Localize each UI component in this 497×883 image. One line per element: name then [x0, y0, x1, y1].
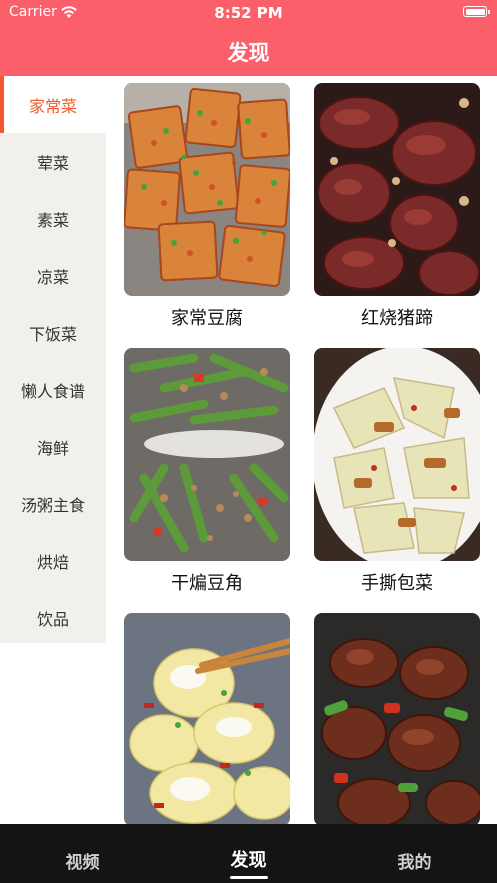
recipe-image [314, 83, 480, 296]
recipe-card[interactable]: 手撕包菜 [314, 348, 480, 595]
sidebar-item-cold-dishes[interactable]: 凉菜 [0, 247, 106, 304]
recipe-image [314, 348, 480, 561]
recipe-image [124, 613, 290, 824]
active-indicator [0, 76, 4, 133]
recipe-card[interactable] [314, 613, 480, 824]
sidebar-item-label: 家常菜 [28, 96, 77, 116]
sidebar-item-label: 海鲜 [36, 438, 69, 458]
tab-bar: 视频 发现 我的 [0, 824, 497, 883]
recipe-title: 干煸豆角 [171, 573, 243, 594]
tab-label: 我的 [397, 853, 432, 873]
clock: 8:52 PM [214, 4, 283, 22]
battery-icon [463, 6, 490, 17]
sidebar-item-label: 饮品 [36, 609, 69, 629]
tab-label: 发现 [230, 850, 267, 871]
recipe-title: 家常豆腐 [171, 308, 243, 329]
sidebar-item-label: 下饭菜 [28, 324, 77, 344]
sidebar-item-vegetarian[interactable]: 素菜 [0, 190, 106, 247]
sidebar-item-seafood[interactable]: 海鲜 [0, 418, 106, 475]
sidebar-item-baking[interactable]: 烘焙 [0, 532, 106, 589]
recipe-title: 红烧猪蹄 [361, 308, 433, 329]
recipe-card[interactable] [124, 613, 290, 824]
navigation-bar: 发现 [0, 26, 497, 76]
sidebar-item-label: 懒人食谱 [20, 381, 85, 401]
recipe-card[interactable]: 干煸豆角 [124, 348, 290, 595]
recipe-image [314, 613, 480, 824]
page-title: 发现 [227, 41, 270, 65]
tab-videos[interactable]: 视频 [0, 824, 165, 883]
sidebar-item-label: 凉菜 [36, 267, 69, 287]
sidebar-item-label: 烘焙 [36, 552, 69, 572]
sidebar-item-label: 汤粥主食 [20, 495, 85, 515]
sidebar-item-rice-dishes[interactable]: 下饭菜 [0, 304, 106, 361]
sidebar-item-label: 荤菜 [36, 153, 69, 173]
recipe-card[interactable]: 家常豆腐 [124, 83, 290, 330]
recipe-grid: 家常豆腐 红烧猪蹄 干煸豆角 手撕包菜 [106, 76, 497, 824]
category-sidebar: 家常菜 荤菜 素菜 凉菜 下饭菜 懒人食谱 海鲜 汤粥主食 烘焙 饮品 [0, 76, 106, 824]
sidebar-item-meat[interactable]: 荤菜 [0, 133, 106, 190]
tab-discover[interactable]: 发现 [166, 824, 331, 883]
sidebar-item-soup-staples[interactable]: 汤粥主食 [0, 475, 106, 532]
tab-label: 视频 [65, 853, 100, 873]
recipe-image [124, 348, 290, 561]
sidebar-item-home-cooking[interactable]: 家常菜 [0, 76, 106, 133]
active-tab-indicator [230, 876, 268, 879]
status-bar: Carrier 8:52 PM [0, 0, 497, 26]
tab-profile[interactable]: 我的 [332, 824, 497, 883]
recipe-image [124, 83, 290, 296]
sidebar-item-label: 素菜 [36, 210, 69, 230]
sidebar-item-drinks[interactable]: 饮品 [0, 589, 106, 646]
sidebar-item-lazy-recipes[interactable]: 懒人食谱 [0, 361, 106, 418]
recipe-card[interactable]: 红烧猪蹄 [314, 83, 480, 330]
recipe-title: 手撕包菜 [361, 573, 433, 594]
sidebar-empty-area [0, 643, 106, 824]
